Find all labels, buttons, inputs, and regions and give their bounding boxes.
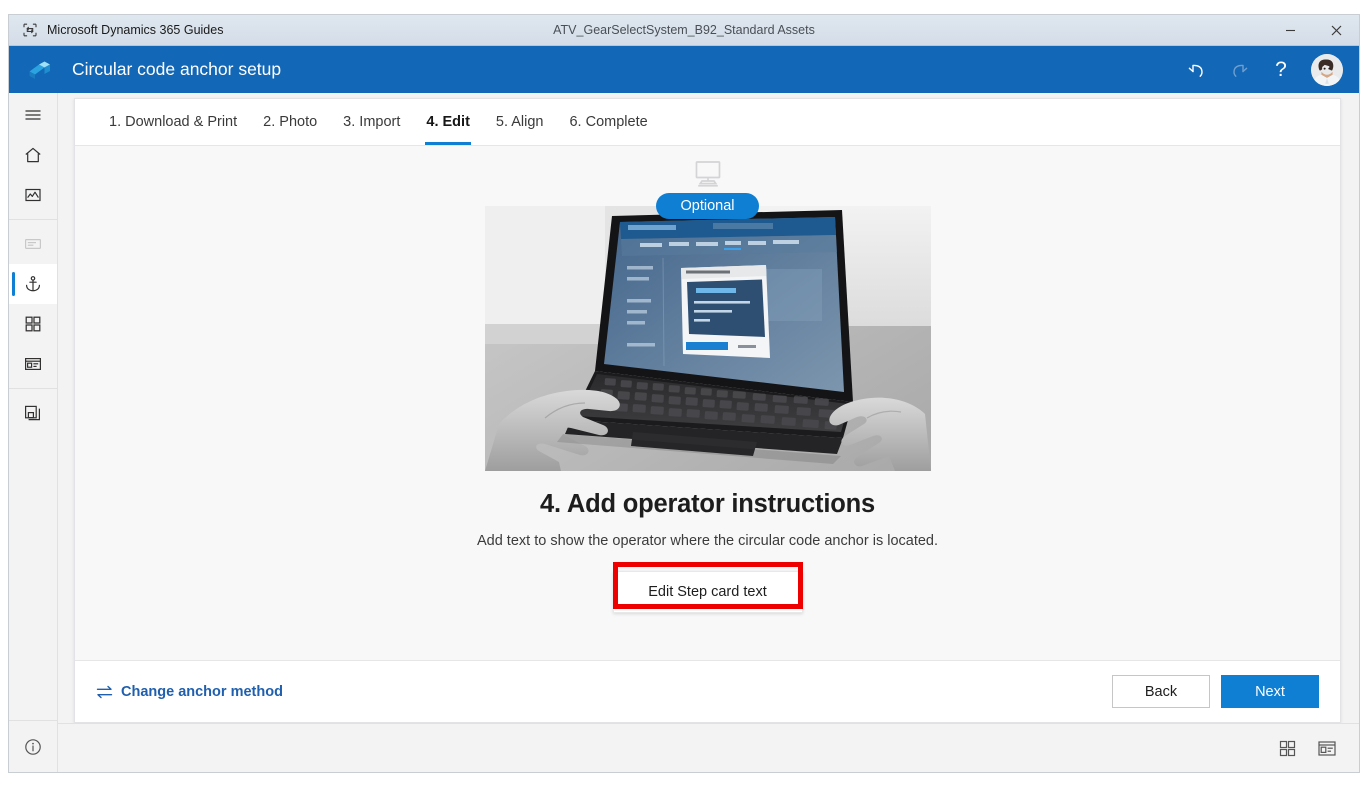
content-title: 4. Add operator instructions (540, 490, 875, 518)
header-actions: ? (1177, 50, 1351, 90)
tab-label: 4. Edit (426, 114, 470, 130)
help-icon[interactable]: ? (1261, 50, 1301, 90)
content-description: Add text to show the operator where the … (476, 533, 939, 549)
sidebar-item-copy[interactable] (9, 393, 57, 433)
pc-monitor-icon (692, 160, 724, 189)
back-button[interactable]: Back (1112, 675, 1210, 708)
footer-buttons: Back Next (1112, 675, 1319, 708)
edit-step-card-text-button[interactable]: Edit Step card text (612, 571, 803, 613)
app-window: Microsoft Dynamics 365 Guides ATV_GearSe… (8, 14, 1360, 773)
wizard-tabs: 1. Download & Print 2. Photo 3. Import 4… (75, 99, 1340, 146)
page-column: 1. Download & Print 2. Photo 3. Import 4… (58, 93, 1359, 772)
sidebar-item-apps[interactable] (9, 304, 57, 344)
avatar[interactable] (1311, 53, 1343, 86)
swap-arrows-icon (96, 685, 113, 699)
sidebar-item-info[interactable] (9, 720, 57, 772)
undo-icon[interactable] (1177, 50, 1217, 90)
wizard-card-body: Optional 4. Add operator instructions Ad… (75, 146, 1340, 660)
sidebar-item-home[interactable] (9, 135, 57, 175)
change-anchor-method-label: Change anchor method (121, 683, 283, 700)
app-body: 1. Download & Print 2. Photo 3. Import 4… (9, 93, 1359, 772)
left-rail (9, 93, 58, 772)
guides-logo-icon (25, 55, 55, 85)
tab-label: 5. Align (495, 114, 544, 130)
page-title: Circular code anchor setup (72, 59, 282, 79)
app-name: Microsoft Dynamics 365 Guides (47, 23, 224, 37)
tab-label: 2. Photo (263, 114, 318, 130)
title-bar: Microsoft Dynamics 365 Guides ATV_GearSe… (9, 15, 1359, 46)
badge-zone: Optional (485, 160, 931, 219)
sidebar-item-menu[interactable] (9, 95, 57, 135)
app-icon (22, 22, 38, 38)
grid-view-icon[interactable] (1271, 732, 1303, 764)
minimize-button[interactable] (1267, 15, 1313, 45)
tab-download-print[interactable]: 1. Download & Print (96, 99, 250, 145)
window-controls (1267, 15, 1359, 45)
edit-button-zone: Edit Step card text (612, 562, 803, 613)
tab-complete[interactable]: 6. Complete (556, 99, 660, 145)
sidebar-item-anchor[interactable] (9, 264, 57, 304)
close-button[interactable] (1313, 15, 1359, 45)
status-bar (58, 723, 1359, 772)
wizard-card: 1. Download & Print 2. Photo 3. Import 4… (74, 98, 1341, 723)
card-view-icon[interactable] (1311, 732, 1343, 764)
tab-edit[interactable]: 4. Edit (413, 99, 483, 145)
tab-align[interactable]: 5. Align (483, 99, 557, 145)
instruction-photo (484, 206, 931, 471)
next-button[interactable]: Next (1221, 675, 1319, 708)
sidebar-item-card-panel[interactable] (9, 344, 57, 384)
rail-spacer (9, 433, 57, 720)
wizard-footer: Change anchor method Back Next (75, 660, 1340, 722)
tab-label: 3. Import (343, 114, 401, 130)
page-inner: 1. Download & Print 2. Photo 3. Import 4… (58, 93, 1359, 723)
rail-separator-1 (9, 219, 57, 220)
sidebar-item-media[interactable] (9, 175, 57, 215)
tab-label: 1. Download & Print (109, 114, 238, 130)
app-header: Circular code anchor setup ? (9, 46, 1359, 93)
rail-separator-2 (9, 388, 57, 389)
title-bar-left: Microsoft Dynamics 365 Guides (9, 22, 223, 38)
tab-label: 6. Complete (569, 114, 648, 130)
redo-icon (1219, 50, 1259, 90)
help-label: ? (1275, 58, 1287, 81)
change-anchor-method-link[interactable]: Change anchor method (96, 684, 283, 700)
tab-photo[interactable]: 2. Photo (250, 99, 330, 145)
sidebar-item-step-card (9, 224, 57, 264)
optional-badge: Optional (656, 193, 759, 219)
tab-import[interactable]: 3. Import (330, 99, 413, 145)
